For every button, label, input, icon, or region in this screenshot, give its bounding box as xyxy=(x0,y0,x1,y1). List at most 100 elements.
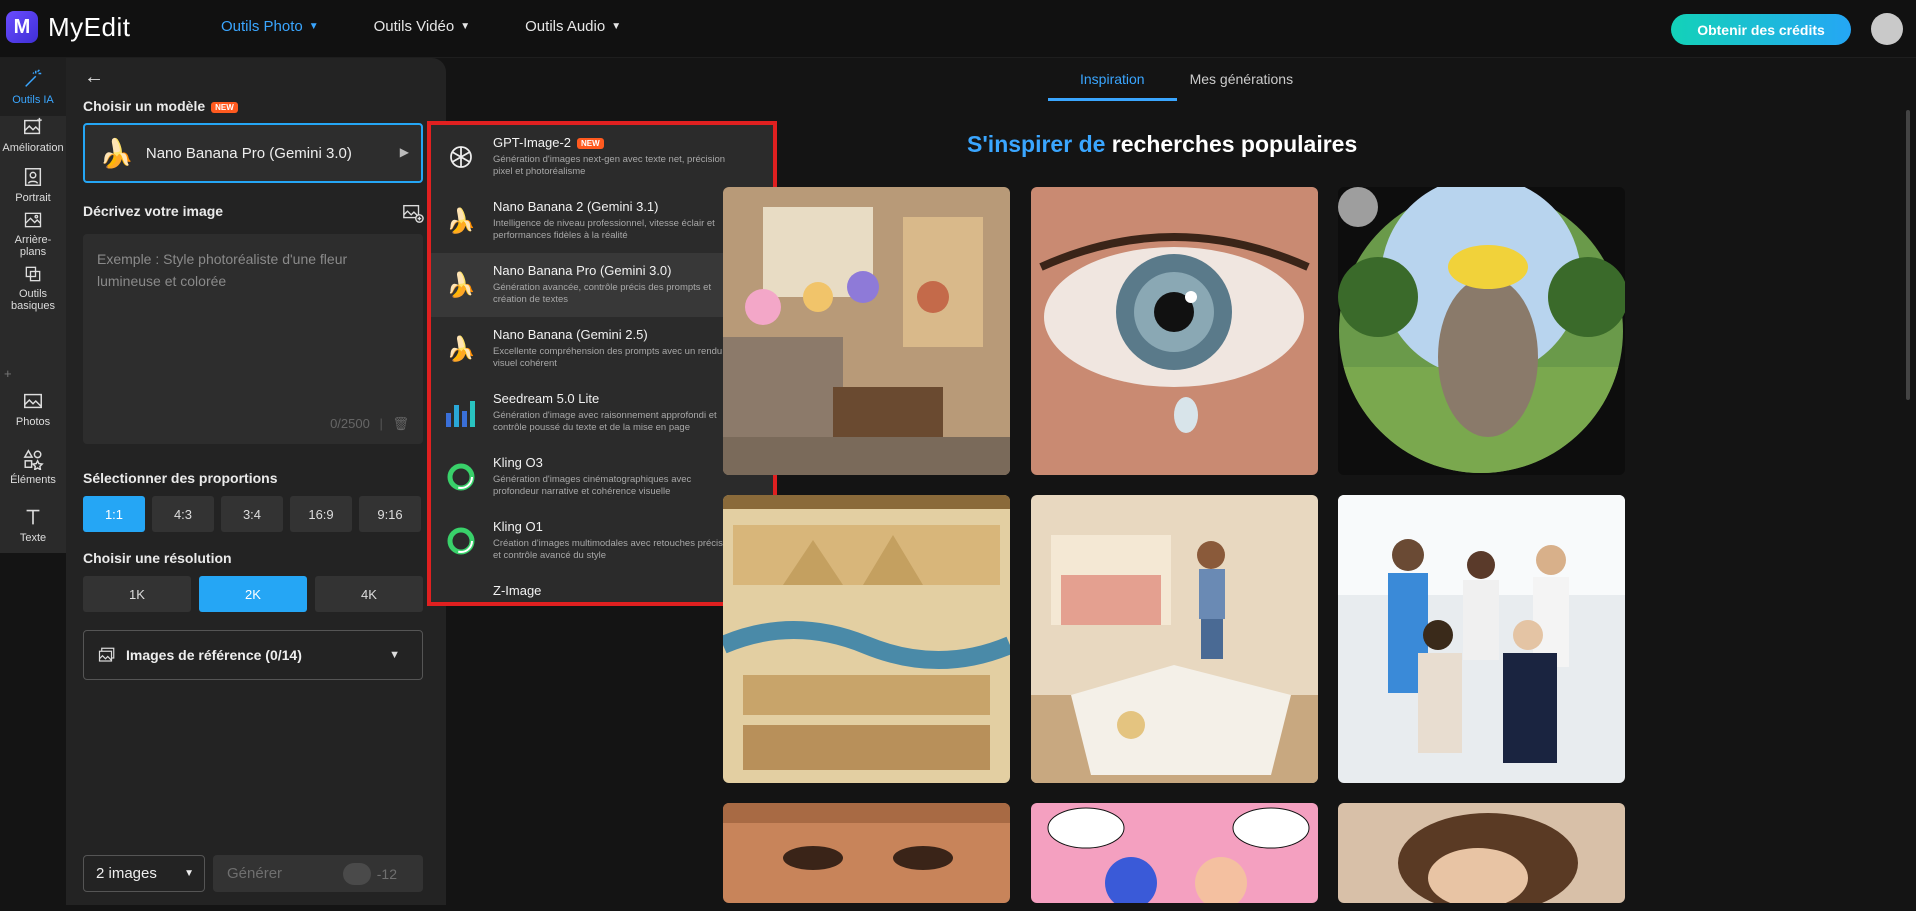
image-upload-icon[interactable] xyxy=(402,202,424,224)
prompt-counter: 0/2500 | 🗑 xyxy=(330,416,409,431)
rail-label: Amélioration xyxy=(2,142,64,154)
model-option-z-image[interactable]: Z Z-Image xyxy=(431,573,773,603)
image-count-select[interactable]: 2 images ▼ xyxy=(83,855,205,892)
model-option-title: GPT-Image-2 NEW xyxy=(493,135,733,150)
photo-icon xyxy=(24,393,42,409)
kling-icon xyxy=(445,525,477,557)
model-option-desc: Génération d'images next-gen avec texte … xyxy=(493,154,726,177)
rail-item-backgrounds[interactable]: Arrière-plans xyxy=(0,200,66,258)
rail-label: Photos xyxy=(15,416,51,428)
main-scrollbar[interactable] xyxy=(1906,110,1910,400)
banana-icon: 🍌 xyxy=(99,137,134,169)
inspiration-tile-girl-storybook[interactable] xyxy=(1031,495,1318,783)
caret-down-icon: ▼ xyxy=(184,868,194,879)
rail-item-elements[interactable]: Éléments xyxy=(0,446,66,496)
enhance-icon xyxy=(24,117,42,135)
model-select-value: Nano Banana Pro (Gemini 3.0) xyxy=(145,144,352,162)
resolution-label: Choisir une résolution xyxy=(83,550,232,566)
rail-label: Éléments xyxy=(10,474,56,486)
ai-generator-panel: ← Choisir un modèle NEW 🍌 Nano Banana Pro… xyxy=(66,58,446,905)
prompt-counter-text: 0/2500 xyxy=(330,416,370,431)
rail-item-portrait[interactable]: Portrait xyxy=(0,156,66,206)
rail-item-basic-tools[interactable]: Outils basiques xyxy=(0,254,66,312)
resolution-4k-button[interactable]: 4K xyxy=(315,576,423,612)
model-option-seedream[interactable]: Seedream 5.0 Lite Génération d'image ave… xyxy=(431,381,773,445)
nav-video-tools[interactable]: Outils Vidéo ▼ xyxy=(374,18,471,35)
ratio-16-9-button[interactable]: 16:9 xyxy=(290,496,352,532)
generate-cost: -12 xyxy=(342,862,397,885)
model-option-title: Nano Banana 2 (Gemini 3.1) xyxy=(493,199,659,214)
resolution-2k-button[interactable]: 2K xyxy=(199,576,307,612)
model-option-title: Z-Image xyxy=(493,583,542,598)
ratio-1-1-button[interactable]: 1:1 xyxy=(83,496,145,532)
inspiration-tile-anime-girls[interactable] xyxy=(723,187,1010,475)
ratio-3-4-button[interactable]: 3:4 xyxy=(221,496,283,532)
new-badge: NEW xyxy=(577,138,604,150)
inspiration-tile-crying-eye[interactable] xyxy=(1031,187,1318,475)
top-bar: M MyEdit Outils Photo ▼ Outils Vidéo ▼ O… xyxy=(0,0,1916,58)
caret-down-icon: ▼ xyxy=(389,649,400,661)
chevron-right-icon: ▶ xyxy=(399,145,409,159)
model-option-desc: Excellente compréhension des prompts ave… xyxy=(493,346,723,369)
model-option-nano-banana-pro[interactable]: 🍌 Nano Banana Pro (Gemini 3.0) Génératio… xyxy=(431,253,773,317)
model-option-desc: Création d'images multimodales avec reto… xyxy=(493,538,733,561)
banana-icon: 🍌 xyxy=(446,271,476,299)
rail-item-text[interactable]: Texte xyxy=(0,504,66,552)
nav-label: Outils Photo xyxy=(221,18,303,35)
inspiration-tile-medical-team[interactable] xyxy=(1338,495,1625,783)
model-option-nano-banana-2[interactable]: 🍌 Nano Banana 2 (Gemini 3.1) Intelligenc… xyxy=(431,189,773,253)
crop-icon xyxy=(25,266,41,282)
resolution-options: 1K 2K 4K xyxy=(83,576,423,612)
model-option-kling-o1[interactable]: Kling O1 Création d'images multimodales … xyxy=(431,509,773,573)
inspiration-tile-sleeping-woman[interactable] xyxy=(1338,803,1625,903)
nav-label: Outils Audio xyxy=(525,18,606,35)
model-option-kling-o3[interactable]: Kling O3 Génération d'images cinématogra… xyxy=(431,445,773,509)
model-label-text: Choisir un modèle xyxy=(83,98,206,114)
trash-icon[interactable]: 🗑 xyxy=(392,416,409,431)
generate-cost-value: -12 xyxy=(376,865,397,882)
banana-icon: 🍌 xyxy=(446,207,476,235)
logo-text: MyEdit xyxy=(48,11,131,42)
generate-button[interactable]: Générer -12 xyxy=(213,855,423,892)
avatar[interactable] xyxy=(1871,13,1903,45)
inspiration-tile-fisheye-elephant[interactable] xyxy=(1338,187,1625,475)
nav-audio-tools[interactable]: Outils Audio ▼ xyxy=(525,18,621,35)
describe-label: Décrivez votre image xyxy=(83,203,224,219)
chevron-down-icon: ▼ xyxy=(611,21,622,32)
inspiration-tile-comic-couple[interactable] xyxy=(1031,803,1318,903)
model-option-desc: Génération avancée, contrôle précis des … xyxy=(493,282,712,305)
portrait-icon xyxy=(24,168,42,186)
rail-label: Outils basiques xyxy=(11,288,56,312)
prompt-input[interactable]: Exemple : Style photoréaliste d'une fleu… xyxy=(83,234,423,444)
logo[interactable]: M MyEdit xyxy=(6,11,130,43)
ratio-4-3-button[interactable]: 4:3 xyxy=(152,496,214,532)
new-badge: NEW xyxy=(211,101,238,113)
rail-item-photos[interactable]: Photos xyxy=(0,388,66,438)
resolution-1k-button[interactable]: 1K xyxy=(83,576,191,612)
inspiration-tile-egyptian-scroll[interactable] xyxy=(723,495,1010,783)
logo-mark: M xyxy=(6,11,38,43)
tab-inspiration[interactable]: Inspiration xyxy=(1048,68,1177,101)
model-option-desc: Génération d'image avec raisonnement app… xyxy=(493,410,717,433)
model-select[interactable]: 🍌 Nano Banana Pro (Gemini 3.0) ▶ xyxy=(83,123,423,183)
openai-icon xyxy=(445,141,477,173)
image-count-value: 2 images xyxy=(96,865,157,882)
tab-my-generations[interactable]: Mes générations xyxy=(1177,68,1307,101)
reference-images-select[interactable]: Images de référence (0/14) ▼ xyxy=(83,630,423,680)
back-arrow-icon[interactable]: ← xyxy=(84,66,104,89)
get-credits-button[interactable]: Obtenir des crédits xyxy=(1671,14,1851,45)
model-option-title: Kling O1 xyxy=(493,519,543,534)
model-option-desc: Génération d'images cinématographiques a… xyxy=(493,474,692,497)
nav-photo-tools[interactable]: Outils Photo ▼ xyxy=(221,18,319,35)
reference-label: Images de référence (0/14) xyxy=(126,647,302,663)
z-image-icon: Z xyxy=(445,593,477,603)
model-option-title: Nano Banana (Gemini 2.5) xyxy=(493,327,648,342)
credit-coin-icon xyxy=(342,862,371,885)
chevron-down-icon: ▼ xyxy=(308,21,319,32)
ratio-9-16-button[interactable]: 9:16 xyxy=(359,496,421,532)
inspiration-tile-woman-face[interactable] xyxy=(723,803,1010,903)
section-title-white: recherches populaires xyxy=(1111,131,1358,157)
rail-item-enhance[interactable]: Amélioration xyxy=(0,106,66,156)
model-option-nano-banana[interactable]: 🍌 Nano Banana (Gemini 2.5) Excellente co… xyxy=(431,317,773,381)
model-option-gpt-image-2[interactable]: GPT-Image-2 NEW Génération d'images next-… xyxy=(431,125,773,189)
